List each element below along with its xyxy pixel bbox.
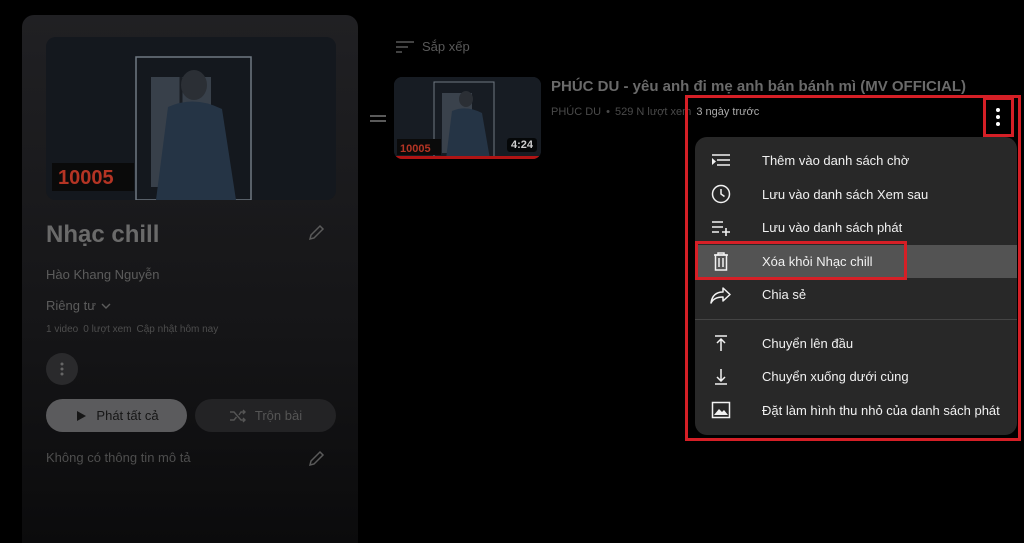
menu-item-label: Lưu vào danh sách phát — [762, 220, 903, 236]
play-all-button[interactable]: Phát tất cả — [46, 399, 187, 432]
video-thumbnail[interactable]: 10005 4:24 — [394, 77, 541, 159]
meta-separator: • — [606, 106, 610, 118]
playlist-title: Nhạc chill — [46, 221, 160, 248]
playlist-stats: 1 video 0 lượt xem Cập nhật hôm nay — [46, 324, 218, 335]
menu-item-label: Đặt làm hình thu nhỏ của danh sách phát — [762, 402, 1000, 418]
playlist-thumb-logo: 10005 — [58, 167, 114, 189]
menu-item-set-thumbnail[interactable]: Đặt làm hình thu nhỏ của danh sách phát — [695, 394, 1017, 428]
playlist-more-button[interactable] — [46, 353, 78, 385]
view-count: 0 lượt xem — [83, 324, 132, 335]
video-channel[interactable]: PHÚC DU — [551, 106, 601, 118]
sort-icon — [396, 40, 414, 53]
menu-divider — [695, 318, 1017, 320]
menu-item-move-to-bottom[interactable]: Chuyển xuống dưới cùng — [695, 360, 1017, 394]
more-dot-icon — [996, 115, 1000, 119]
edit-description-icon[interactable] — [306, 448, 328, 470]
highlight-box-remove — [695, 241, 907, 280]
shuffle-label: Trộn bài — [254, 408, 303, 423]
video-duration: 4:24 — [506, 138, 537, 152]
video-title[interactable]: PHÚC DU - yêu anh đi mẹ anh bán bánh mì … — [551, 78, 966, 95]
move-bottom-icon — [710, 366, 732, 388]
menu-item-watch-later[interactable]: Lưu vào danh sách Xem sau — [695, 178, 1017, 212]
shuffle-icon — [229, 409, 246, 422]
image-icon — [710, 399, 732, 421]
menu-item-label: Thêm vào danh sách chờ — [762, 153, 910, 169]
playlist-add-icon — [710, 217, 732, 239]
video-count: 1 video — [46, 324, 79, 335]
video-more-button[interactable] — [985, 101, 1011, 133]
video-views: 529 N lượt xem — [614, 106, 692, 118]
menu-item-share[interactable]: Chia sẻ — [695, 278, 1017, 312]
menu-item-add-to-queue[interactable]: Thêm vào danh sách chờ — [695, 144, 1017, 178]
share-icon — [710, 284, 732, 306]
menu-item-label: Chuyển xuống dưới cùng — [762, 369, 909, 385]
playlist-header-panel: 10005 Nhạc chill Hào Khang Nguyễn Riêng … — [22, 15, 358, 543]
move-top-icon — [710, 332, 732, 354]
watch-progress-bar — [394, 156, 541, 159]
more-dot-icon — [996, 108, 1000, 112]
playlist-author[interactable]: Hào Khang Nguyễn — [46, 267, 159, 282]
edit-title-icon[interactable] — [306, 222, 328, 244]
menu-item-save-to-playlist[interactable]: Lưu vào danh sách phát — [695, 211, 1017, 245]
shuffle-button[interactable]: Trộn bài — [195, 399, 336, 432]
clock-icon — [710, 183, 732, 205]
video-context-menu: Thêm vào danh sách chờ Lưu vào danh sách… — [695, 137, 1017, 435]
play-icon — [77, 410, 87, 421]
playlist-thumbnail-art: 10005 — [46, 37, 336, 200]
video-thumb-logo: 10005 — [400, 143, 431, 155]
menu-item-label: Chia sẻ — [762, 287, 807, 303]
play-all-label: Phát tất cả — [96, 408, 159, 423]
privacy-dropdown[interactable]: Riêng tư — [46, 298, 112, 313]
sort-label: Sắp xếp — [422, 39, 470, 54]
drag-handle-icon[interactable] — [370, 115, 386, 125]
playlist-description: Không có thông tin mô tả — [46, 450, 191, 465]
queue-icon — [710, 150, 732, 172]
updated-date: Cập nhật hôm nay — [136, 324, 219, 335]
chevron-down-icon — [100, 300, 112, 312]
more-vertical-icon — [60, 362, 64, 376]
playlist-thumbnail[interactable]: 10005 — [46, 37, 336, 200]
menu-item-label: Lưu vào danh sách Xem sau — [762, 186, 929, 202]
privacy-label: Riêng tư — [46, 298, 96, 313]
menu-item-move-to-top[interactable]: Chuyển lên đầu — [695, 327, 1017, 361]
sort-button[interactable]: Sắp xếp — [396, 39, 470, 54]
menu-item-label: Chuyển lên đầu — [762, 335, 854, 351]
more-dot-icon — [996, 122, 1000, 126]
